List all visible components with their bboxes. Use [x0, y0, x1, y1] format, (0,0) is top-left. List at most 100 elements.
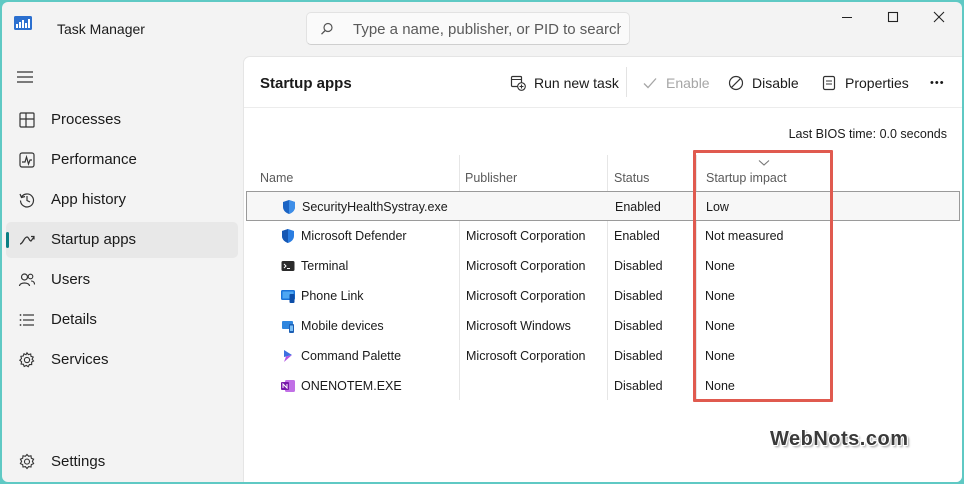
cell-publisher: Microsoft Corporation [466, 289, 586, 303]
cell-name: Phone Link [301, 289, 364, 303]
terminal-icon [281, 261, 295, 271]
bios-time-label: Last BIOS time: [788, 127, 877, 141]
sidebar-item-performance[interactable]: Performance [6, 142, 238, 178]
checkmark-icon [643, 78, 657, 89]
disable-button[interactable]: Disable [728, 71, 799, 95]
minimize-icon [842, 17, 852, 18]
cell-startup-impact: None [705, 379, 735, 393]
cell-publisher: Microsoft Corporation [466, 229, 586, 243]
sidebar-item-users[interactable]: Users [6, 262, 238, 298]
cell-publisher: Microsoft Windows [466, 319, 571, 333]
column-header-publisher[interactable]: Publisher [465, 171, 517, 185]
startup-apps-panel: Startup apps Run new task Enable Disable… [243, 56, 962, 482]
users-icon [18, 273, 36, 287]
services-icon [18, 351, 35, 368]
more-options-icon: ••• [930, 77, 945, 89]
phone-link-icon [281, 290, 295, 303]
cell-status: Disabled [614, 379, 663, 393]
sidebar-item-services[interactable]: Services [6, 342, 238, 378]
sidebar-item-label: Users [51, 271, 91, 288]
sidebar-item-label: Services [51, 351, 109, 368]
cell-startup-impact: None [705, 259, 735, 273]
properties-label: Properties [845, 75, 909, 91]
page-title: Startup apps [260, 75, 352, 92]
cell-status: Enabled [614, 229, 660, 243]
bios-time: Last BIOS time: 0.0 seconds [789, 127, 947, 141]
more-options-button[interactable]: ••• [930, 71, 945, 95]
processes-icon [19, 112, 35, 128]
cell-name: Command Palette [301, 349, 402, 363]
properties-icon [822, 75, 836, 91]
startup-apps-icon [19, 235, 35, 245]
sidebar-item-label: Processes [51, 111, 122, 128]
cell-status: Enabled [615, 200, 661, 214]
minimize-button[interactable] [824, 2, 870, 32]
cell-startup-impact: Not measured [705, 229, 784, 243]
table-row[interactable]: Phone Link Microsoft Corporation Disable… [246, 281, 960, 311]
task-manager-window: Task Manager Type a name, publisher, or … [2, 2, 962, 482]
cell-status: Disabled [614, 259, 663, 273]
cell-name: Terminal [301, 259, 349, 273]
table-row[interactable]: ONENOTEM.EXE Disabled None [246, 371, 960, 401]
bios-time-value: 0.0 seconds [879, 127, 947, 141]
cell-startup-impact: None [705, 349, 735, 363]
defender-shield-icon [282, 229, 294, 243]
table-row[interactable]: Microsoft Defender Microsoft Corporation… [246, 221, 960, 251]
title-bar: Task Manager [2, 2, 962, 56]
cell-startup-impact: None [705, 289, 735, 303]
table-row[interactable]: Terminal Microsoft Corporation Disabled … [246, 251, 960, 281]
cell-publisher: Microsoft Corporation [466, 349, 586, 363]
navigation-sidebar: Processes Performance App history Startu [2, 56, 242, 482]
mobile-devices-icon [282, 321, 294, 333]
disable-icon [728, 75, 744, 91]
properties-button[interactable]: Properties [821, 71, 909, 95]
cell-name: Microsoft Defender [301, 229, 407, 243]
search-input[interactable] [353, 18, 621, 40]
sidebar-item-processes[interactable]: Processes [6, 102, 238, 138]
cell-name: SecurityHealthSystray.exe [302, 200, 448, 214]
disable-label: Disable [752, 75, 799, 91]
onenote-icon [281, 380, 295, 392]
settings-gear-icon [19, 453, 35, 470]
sort-descending-chevron-icon [758, 160, 770, 166]
cell-startup-impact: None [705, 319, 735, 333]
app-history-icon [19, 193, 35, 208]
table-row[interactable]: SecurityHealthSystray.exe Enabled Low [246, 191, 960, 221]
sidebar-item-label: Details [51, 311, 97, 328]
cell-status: Disabled [614, 319, 663, 333]
performance-icon [19, 152, 35, 168]
maximize-button[interactable] [870, 2, 916, 32]
details-icon [19, 314, 34, 326]
command-divider [626, 67, 627, 97]
cell-status: Disabled [614, 349, 663, 363]
table-row[interactable]: Mobile devices Microsoft Windows Disable… [246, 311, 960, 341]
sidebar-item-label: App history [51, 191, 127, 208]
enable-label: Enable [666, 75, 710, 91]
settings-label: Settings [51, 453, 106, 470]
column-header-status[interactable]: Status [614, 171, 649, 185]
hamburger-menu-icon[interactable] [16, 70, 34, 84]
cell-name: ONENOTEM.EXE [301, 379, 402, 393]
windows-security-shield-icon [283, 200, 295, 214]
watermark-text: WebNots.com [770, 428, 909, 450]
cell-startup-impact: Low [706, 200, 729, 214]
search-box[interactable] [306, 12, 630, 45]
sidebar-item-label: Performance [51, 151, 137, 168]
enable-button[interactable]: Enable [642, 71, 710, 95]
search-icon [321, 22, 333, 35]
sidebar-item-label: Startup apps [51, 231, 137, 248]
run-new-task-icon [510, 75, 526, 91]
run-new-task-button[interactable]: Run new task [510, 71, 619, 95]
sidebar-item-startup-apps[interactable]: Startup apps [6, 222, 238, 258]
sidebar-item-details[interactable]: Details [6, 302, 238, 338]
column-header-name[interactable]: Name [260, 171, 293, 185]
cell-status: Disabled [614, 289, 663, 303]
window-title: Task Manager [57, 21, 145, 37]
active-indicator [6, 232, 9, 248]
column-header-startup-impact[interactable]: Startup impact [706, 171, 787, 185]
sidebar-item-settings[interactable]: Settings [6, 444, 238, 480]
sidebar-item-app-history[interactable]: App history [6, 182, 238, 218]
close-button[interactable] [916, 2, 962, 32]
cell-name: Mobile devices [301, 319, 384, 333]
table-row[interactable]: Command Palette Microsoft Corporation Di… [246, 341, 960, 371]
